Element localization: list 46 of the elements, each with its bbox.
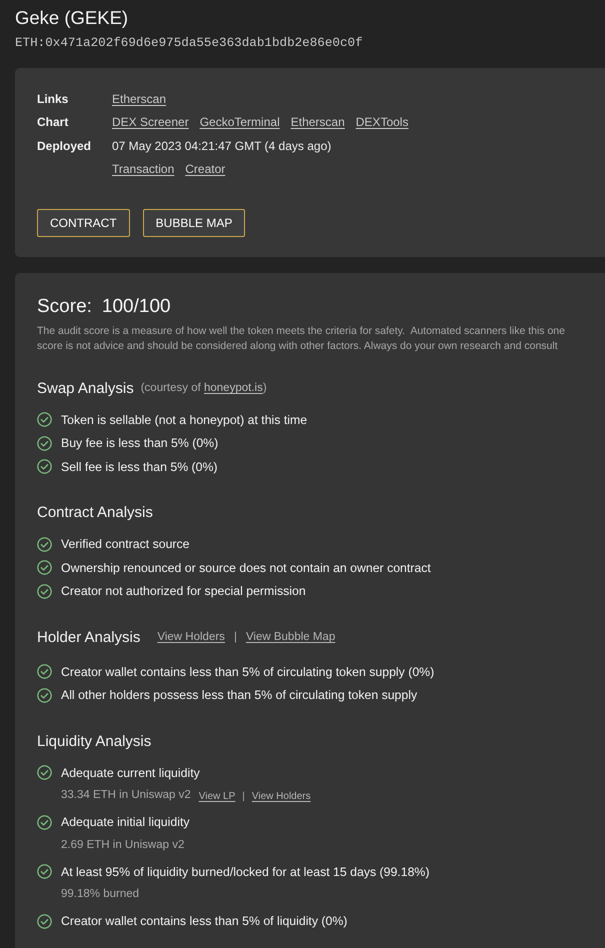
info-label: Links <box>37 92 68 106</box>
header-link[interactable]: View Bubble Map <box>246 629 336 647</box>
check-text: Creator wallet contains less than 5% of liquidity (0%) <box>61 913 348 930</box>
score-label: Score: <box>37 294 92 319</box>
score-value: 100/100 <box>102 294 171 319</box>
action-button[interactable]: CONTRACT <box>37 209 130 237</box>
detail-link[interactable]: View Holders <box>252 788 311 804</box>
detail-link[interactable]: View LP <box>198 788 236 804</box>
courtesy-note: (courtesy of honeypot.is) <box>140 381 267 396</box>
check-text: All other holders possess less than 5% of circulating token supply <box>61 687 418 704</box>
info-link[interactable]: GeckoTerminal <box>200 113 280 132</box>
check-text: Sell fee is less than 5% (0%) <box>61 458 218 476</box>
deployed-date: 07 May 2023 04:21:47 GMT (4 days ago) <box>112 138 332 155</box>
info-label: Chart <box>37 115 68 130</box>
detail-text: 33.34 ETH in Uniswap v2 <box>61 788 191 804</box>
check-text: Adequate initial liquidity <box>61 814 190 832</box>
info-link[interactable]: DEX Screener <box>112 113 189 132</box>
token-address: ETH:0x471a202f69d6e975da55e363dab1bdb2e86e0c0f <box>15 35 364 52</box>
check-text: At least 95% of liquidity burned/locked for at least 15 days (99.18%) <box>61 864 430 881</box>
info-link[interactable]: Etherscan <box>112 90 166 108</box>
section-heading: Swap Analysis <box>37 378 134 399</box>
section-heading: Liquidity Analysis <box>37 732 152 752</box>
action-button[interactable]: BUBBLE MAP <box>142 209 246 237</box>
check-text: Adequate current liquidity <box>61 764 200 782</box>
check-text: Verified contract source <box>61 536 190 554</box>
info-label: Deployed <box>37 138 92 153</box>
info-link[interactable]: Creator <box>185 160 226 178</box>
source-link[interactable]: honeypot.is <box>204 382 263 394</box>
detail-text: 2.69 ETH in Uniswap v2 <box>61 838 184 853</box>
check-text: Creator wallet contains less than 5% of circulating token supply (0%) <box>61 664 434 681</box>
check-text: Creator not authorized for special permission <box>61 583 306 600</box>
info-link[interactable]: Etherscan <box>290 113 345 132</box>
detail-text: 99.18% burned <box>61 887 140 902</box>
info-link[interactable]: DEXTools <box>356 113 408 132</box>
link-separator: | <box>234 630 237 646</box>
check-text: Buy fee is less than 5% (0%) <box>61 435 218 452</box>
header-link[interactable]: View Holders <box>157 629 225 647</box>
section-heading: Contract Analysis <box>37 503 153 524</box>
info-link[interactable]: Transaction <box>112 160 174 178</box>
section-heading: Holder Analysis <box>37 628 140 648</box>
description-text: The audit score is a measure of how well the token meets the criteria for safety. Automated scanners like this one <box>37 324 566 339</box>
check-text: Token is sellable (not a honeypot) at this time <box>61 412 308 429</box>
description-text: score is not advice and should be considered along with other factors. Always do your own research and consult <box>37 339 559 354</box>
check-text: Ownership renounced or source does not contain an owner contract <box>61 560 431 577</box>
link-separator: | <box>242 790 245 804</box>
page-title: Geke (GEKE) <box>15 6 130 30</box>
